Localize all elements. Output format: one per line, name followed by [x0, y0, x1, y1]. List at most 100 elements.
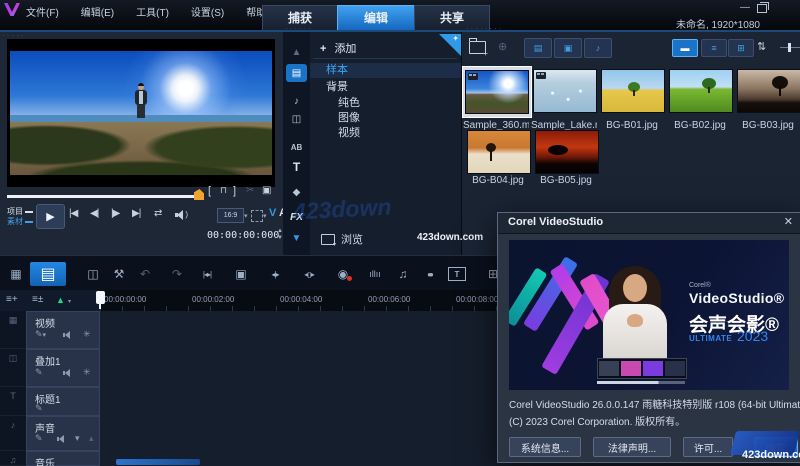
storyboard-view-icon[interactable]: ▦: [5, 265, 27, 283]
track-mute-icon[interactable]: [63, 369, 74, 377]
tree-item-video[interactable]: 视频: [310, 126, 461, 141]
show-all-tracks-icon[interactable]: ≡+: [6, 294, 18, 305]
repeat-button[interactable]: ⇄: [154, 208, 162, 219]
speech-to-text-icon[interactable]: ●●: [418, 265, 440, 283]
track-ripple-edit-icon[interactable]: ✳: [83, 367, 91, 378]
tree-item-background[interactable]: ◢ 背景: [310, 80, 461, 95]
track-mute-icon[interactable]: [57, 435, 68, 443]
timecode-field[interactable]: 00:00:00:000: [207, 230, 279, 241]
tree-item-image[interactable]: 图像: [310, 111, 461, 126]
track-height-icon[interactable]: ≡±: [32, 294, 43, 305]
filter-audio-button[interactable]: ♪: [584, 38, 612, 58]
video-toggle[interactable]: V: [269, 207, 276, 219]
media-thumbnail-selected[interactable]: [462, 66, 532, 118]
close-icon[interactable]: ✕: [784, 215, 793, 228]
sort-icon[interactable]: ⇅: [757, 40, 766, 53]
track-header-overlay[interactable]: 叠加1 ✎ ✳: [26, 349, 100, 387]
media-thumbnail[interactable]: [601, 69, 665, 113]
undo-icon[interactable]: ↶: [134, 265, 156, 283]
sound-mixer-icon[interactable]: ıllıı: [364, 265, 386, 283]
filter-video-button[interactable]: ▤: [524, 38, 552, 58]
next-frame-button[interactable]: |▶: [111, 208, 120, 219]
license-button[interactable]: 许可...: [683, 437, 733, 457]
audio-category-icon[interactable]: ♪: [286, 93, 307, 109]
copy-icon[interactable]: ◫: [82, 265, 104, 283]
volume-icon[interactable]: ): [175, 210, 188, 220]
track-ripple-link-icon[interactable]: ✎: [35, 433, 43, 444]
play-button[interactable]: ▶: [36, 204, 65, 229]
subtitle-editor-icon[interactable]: T: [446, 265, 468, 283]
mark-range-icon[interactable]: ⊓: [220, 185, 227, 196]
track-header-video[interactable]: 视频 ✎▾ ✳: [26, 311, 100, 349]
pin-panel-icon[interactable]: [439, 34, 461, 56]
trim-end-handle[interactable]: [194, 189, 204, 200]
media-thumbnail[interactable]: [467, 130, 531, 174]
go-end-button[interactable]: ▶|: [132, 208, 141, 219]
import-media-icon[interactable]: [469, 38, 488, 58]
track-ripple-link-icon[interactable]: ✎▾: [35, 329, 46, 340]
auto-music-icon[interactable]: ♫: [392, 265, 414, 283]
title-category-icon[interactable]: T: [286, 159, 307, 175]
playhead-marker[interactable]: [96, 291, 105, 309]
track-caret-icon[interactable]: ▾: [75, 433, 80, 444]
add-folder-button[interactable]: + 添加: [320, 40, 356, 56]
insert-gap-icon[interactable]: ◂▯▸: [298, 265, 320, 283]
mark-in-icon[interactable]: [: [208, 185, 211, 197]
menu-file[interactable]: 文件(F): [26, 4, 59, 19]
track-header-title[interactable]: 标题1 ✎: [26, 387, 100, 416]
trim-bar[interactable]: [7, 195, 196, 198]
record-capture-icon[interactable]: ◉: [332, 265, 354, 283]
track-ripple-link-icon[interactable]: ✎: [35, 403, 43, 414]
mode-project-toggle[interactable]: 项目: [7, 207, 33, 216]
fit-window-icon[interactable]: ▣: [230, 265, 252, 283]
panel-drag-handle[interactable]: ········: [466, 25, 503, 33]
track-level-icon[interactable]: ▴: [89, 433, 94, 444]
view-large-thumbnail-button[interactable]: ▬: [672, 39, 698, 57]
slider-knob[interactable]: [788, 43, 791, 52]
track-mute-icon[interactable]: [63, 331, 74, 339]
aspect-ratio-button[interactable]: 16:9: [217, 208, 244, 223]
sync-icon[interactable]: ⊕: [498, 40, 507, 53]
aspect-caret-icon[interactable]: ▾: [244, 212, 248, 220]
timeline-view-icon[interactable]: ▤: [30, 262, 66, 286]
track-header-voice[interactable]: 声音 ✎ ▾ ▴: [26, 416, 100, 451]
restore-button[interactable]: [757, 2, 769, 13]
tree-item-samples[interactable]: 样本: [310, 63, 461, 78]
transition-category-icon[interactable]: ◫: [286, 111, 307, 127]
menu-edit[interactable]: 编辑(E): [81, 4, 114, 19]
scroll-down-icon[interactable]: ▼: [286, 230, 307, 246]
preview-video[interactable]: [7, 39, 275, 187]
expand-arrow-icon[interactable]: ◢: [314, 80, 335, 95]
enlarge-preview-icon[interactable]: ▣: [262, 185, 271, 196]
chroma-marker-icon[interactable]: ▲: [56, 295, 65, 305]
split-ripple-icon[interactable]: ◂|▸: [264, 265, 286, 283]
timeline-scrollbar[interactable]: [116, 459, 200, 465]
minimize-button[interactable]: —: [740, 2, 750, 13]
dialog-title-bar[interactable]: Corel VideoStudio ✕: [498, 213, 800, 234]
filter-image-button[interactable]: ▣: [554, 38, 582, 58]
tree-item-solid-color[interactable]: 纯色: [310, 96, 461, 111]
split-clip-icon[interactable]: ✂: [246, 185, 254, 196]
legal-notice-button[interactable]: 法律声明...: [593, 437, 671, 457]
menu-tools[interactable]: 工具(T): [136, 4, 169, 19]
track-ripple-link-icon[interactable]: ✎: [35, 367, 43, 378]
previous-frame-button[interactable]: ◀|: [90, 208, 99, 219]
region-caret-icon[interactable]: ▾: [263, 212, 267, 220]
redo-icon[interactable]: ↷: [166, 265, 188, 283]
browse-button[interactable]: 浏览: [321, 231, 363, 248]
media-thumbnail[interactable]: [535, 130, 599, 174]
view-grid-button[interactable]: ⊞: [728, 39, 754, 57]
track-header-music[interactable]: 音乐: [26, 451, 100, 466]
media-thumbnail[interactable]: [533, 69, 597, 113]
view-list-button[interactable]: ≡: [701, 39, 727, 57]
media-thumbnail[interactable]: [737, 69, 800, 113]
select-region-icon[interactable]: [251, 210, 263, 222]
overlay-category-icon[interactable]: AB: [286, 139, 307, 155]
mark-out-icon[interactable]: ]: [233, 185, 236, 197]
media-category-icon[interactable]: ▤: [286, 64, 307, 82]
scroll-up-icon[interactable]: ▲: [286, 44, 307, 60]
go-start-button[interactable]: |◀: [69, 208, 78, 219]
track-ripple-edit-icon[interactable]: ✳: [83, 329, 91, 340]
tools-icon[interactable]: ⚒: [108, 265, 130, 283]
mode-clip-toggle[interactable]: 素材: [7, 217, 33, 226]
